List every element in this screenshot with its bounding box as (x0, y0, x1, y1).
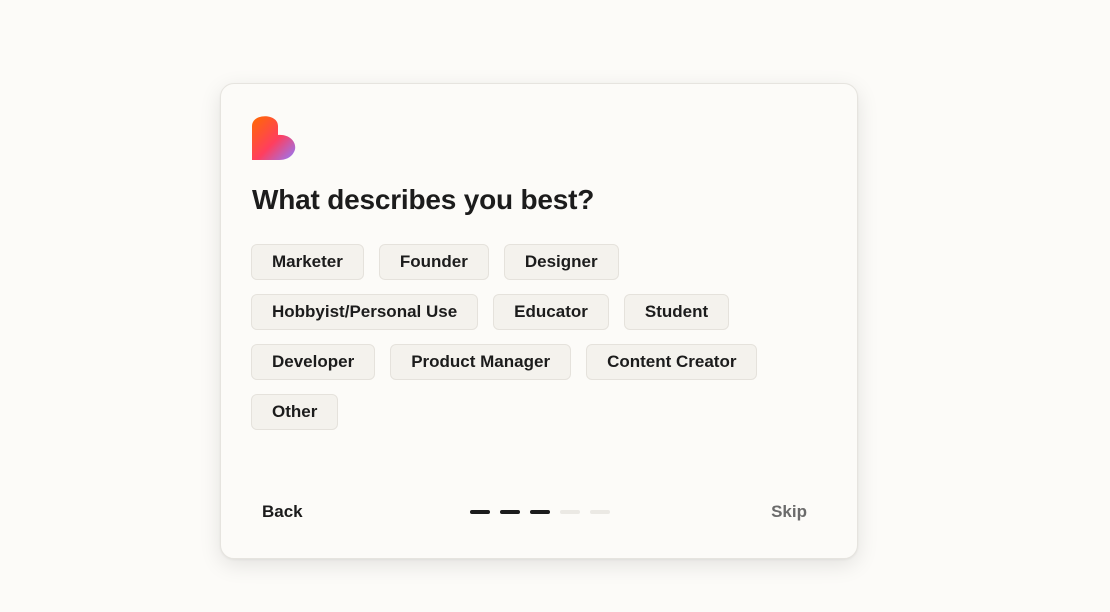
option-row: Developer Product Manager Content Creator (251, 344, 758, 380)
option-student[interactable]: Student (623, 294, 730, 330)
option-marketer[interactable]: Marketer (251, 244, 364, 280)
role-options: Marketer Founder Designer Hobbyist/Personal… (251, 244, 758, 444)
progress-step (530, 510, 550, 514)
option-founder[interactable]: Founder (378, 244, 489, 280)
progress-step (560, 510, 580, 514)
option-row: Marketer Founder Designer (251, 244, 757, 280)
page-title: What describes you best? (252, 184, 595, 215)
progress-indicator (470, 510, 610, 514)
heart-logo-icon (252, 116, 296, 160)
onboarding-screen: What describes you best? Marketer Founder… (0, 0, 1110, 612)
option-other[interactable]: Other (251, 394, 339, 430)
progress-step (500, 510, 520, 514)
onboarding-card: What describes you best? Marketer Founder… (220, 83, 858, 559)
option-content-creator[interactable]: Content Creator (586, 344, 758, 380)
back-button[interactable]: Back (262, 502, 303, 522)
option-row: Other (251, 394, 757, 430)
option-developer[interactable]: Developer (251, 344, 376, 380)
option-row: Hobbyist/Personal Use Educator Student (251, 294, 757, 330)
skip-button[interactable]: Skip (771, 502, 807, 522)
option-educator[interactable]: Educator (493, 294, 609, 330)
option-hobbyist-personal-use[interactable]: Hobbyist/Personal Use (251, 294, 479, 330)
option-designer[interactable]: Designer (503, 244, 619, 280)
progress-step (590, 510, 610, 514)
option-product-manager[interactable]: Product Manager (390, 344, 572, 380)
progress-step (470, 510, 490, 514)
